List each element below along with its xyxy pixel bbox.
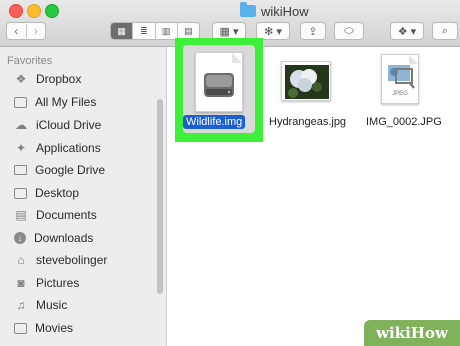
sidebar-item-label: Movies <box>35 321 74 335</box>
sidebar-item-pictures[interactable]: ◙ Pictures <box>14 272 79 294</box>
sidebar-item-stevebolinger[interactable]: ⌂ stevebolinger <box>14 249 107 271</box>
folder-icon <box>14 165 27 175</box>
sidebar-item-label: Documents <box>36 208 97 222</box>
hydrangea-photo-icon <box>285 65 329 99</box>
desktop-icon <box>14 187 27 199</box>
search-button[interactable]: ⌕ <box>432 22 458 40</box>
minimize-button[interactable] <box>27 4 41 18</box>
home-icon: ⌂ <box>17 253 25 267</box>
sidebar-item-desktop[interactable]: Desktop <box>14 182 79 204</box>
photo-thumbnail <box>281 61 331 101</box>
sidebar-item-dropbox[interactable]: ❖ Dropbox <box>14 68 82 90</box>
all-files-icon <box>14 96 27 108</box>
file-name-label: Wildlife.img <box>183 115 246 129</box>
share-button[interactable]: ⇪ <box>300 22 326 40</box>
file-name-label: Hydrangeas.jpg <box>269 116 347 128</box>
sidebar: Favorites ❖ Dropbox All My Files ☁ iClou… <box>0 47 166 346</box>
documents-icon: ▤ <box>15 208 27 222</box>
column-view-button[interactable]: ▥ <box>154 23 177 39</box>
sidebar-item-label: iCloud Drive <box>36 118 102 132</box>
sidebar-item-downloads[interactable]: ↓ Downloads <box>14 227 93 249</box>
cloud-icon: ☁ <box>15 118 27 132</box>
sidebar-item-label: Downloads <box>34 231 94 245</box>
window-title-text: wikiHow <box>261 3 309 19</box>
coverflow-view-button[interactable]: ▤ <box>176 23 199 39</box>
sidebar-item-label: Applications <box>36 141 101 155</box>
movies-icon <box>14 322 27 334</box>
sidebar-item-label: Dropbox <box>36 72 82 86</box>
window-title: wikiHow <box>240 2 309 20</box>
jpeg-file-icon: JPEG <box>381 54 419 104</box>
zoom-button[interactable] <box>45 4 59 18</box>
jpeg-badge: JPEG <box>392 91 408 97</box>
sidebar-item-google-drive[interactable]: Google Drive <box>14 159 105 181</box>
navigation-buttons: ‹ › <box>6 22 46 40</box>
sidebar-item-label: stevebolinger <box>36 253 108 267</box>
sidebar-item-music[interactable]: ♫ Music <box>14 294 68 316</box>
close-button[interactable] <box>9 4 23 18</box>
disk-image-icon <box>195 52 243 112</box>
sidebar-item-movies[interactable]: Movies <box>14 317 73 339</box>
sidebar-item-label: Music <box>36 298 68 312</box>
sidebar-item-label: Google Drive <box>35 163 106 177</box>
list-view-button[interactable]: ≣ <box>132 23 154 39</box>
dropbox-icon: ❖ <box>15 72 27 86</box>
forward-button[interactable]: › <box>25 24 46 38</box>
file-name-label: IMG_0002.JPG <box>366 116 442 128</box>
sidebar-section-title: Favorites <box>7 55 53 67</box>
icon-view-button[interactable]: ▦ <box>111 23 133 39</box>
sidebar-item-label: Desktop <box>35 186 80 200</box>
sidebar-item-icloud-drive[interactable]: ☁ iCloud Drive <box>14 114 101 136</box>
sidebar-item-applications[interactable]: ✦ Applications <box>14 137 101 159</box>
music-icon: ♫ <box>16 298 26 312</box>
downloads-icon: ↓ <box>14 232 26 244</box>
pictures-icon: ◙ <box>17 276 25 290</box>
back-button[interactable]: ‹ <box>7 24 26 38</box>
sidebar-scrollbar[interactable] <box>157 99 163 294</box>
sidebar-item-label: All My Files <box>35 95 97 109</box>
dropbox-button[interactable]: ❖ ▾ <box>390 22 424 40</box>
sidebar-item-documents[interactable]: ▤ Documents <box>14 204 97 226</box>
wikihow-watermark: wikiHow <box>364 320 460 346</box>
sidebar-item-label: Pictures <box>36 276 80 290</box>
tag-button[interactable]: ⬭ <box>334 22 364 40</box>
applications-icon: ✦ <box>15 141 27 155</box>
sidebar-item-all-my-files[interactable]: All My Files <box>14 91 96 113</box>
hard-drive-icon <box>204 53 242 97</box>
folder-icon <box>240 2 256 17</box>
